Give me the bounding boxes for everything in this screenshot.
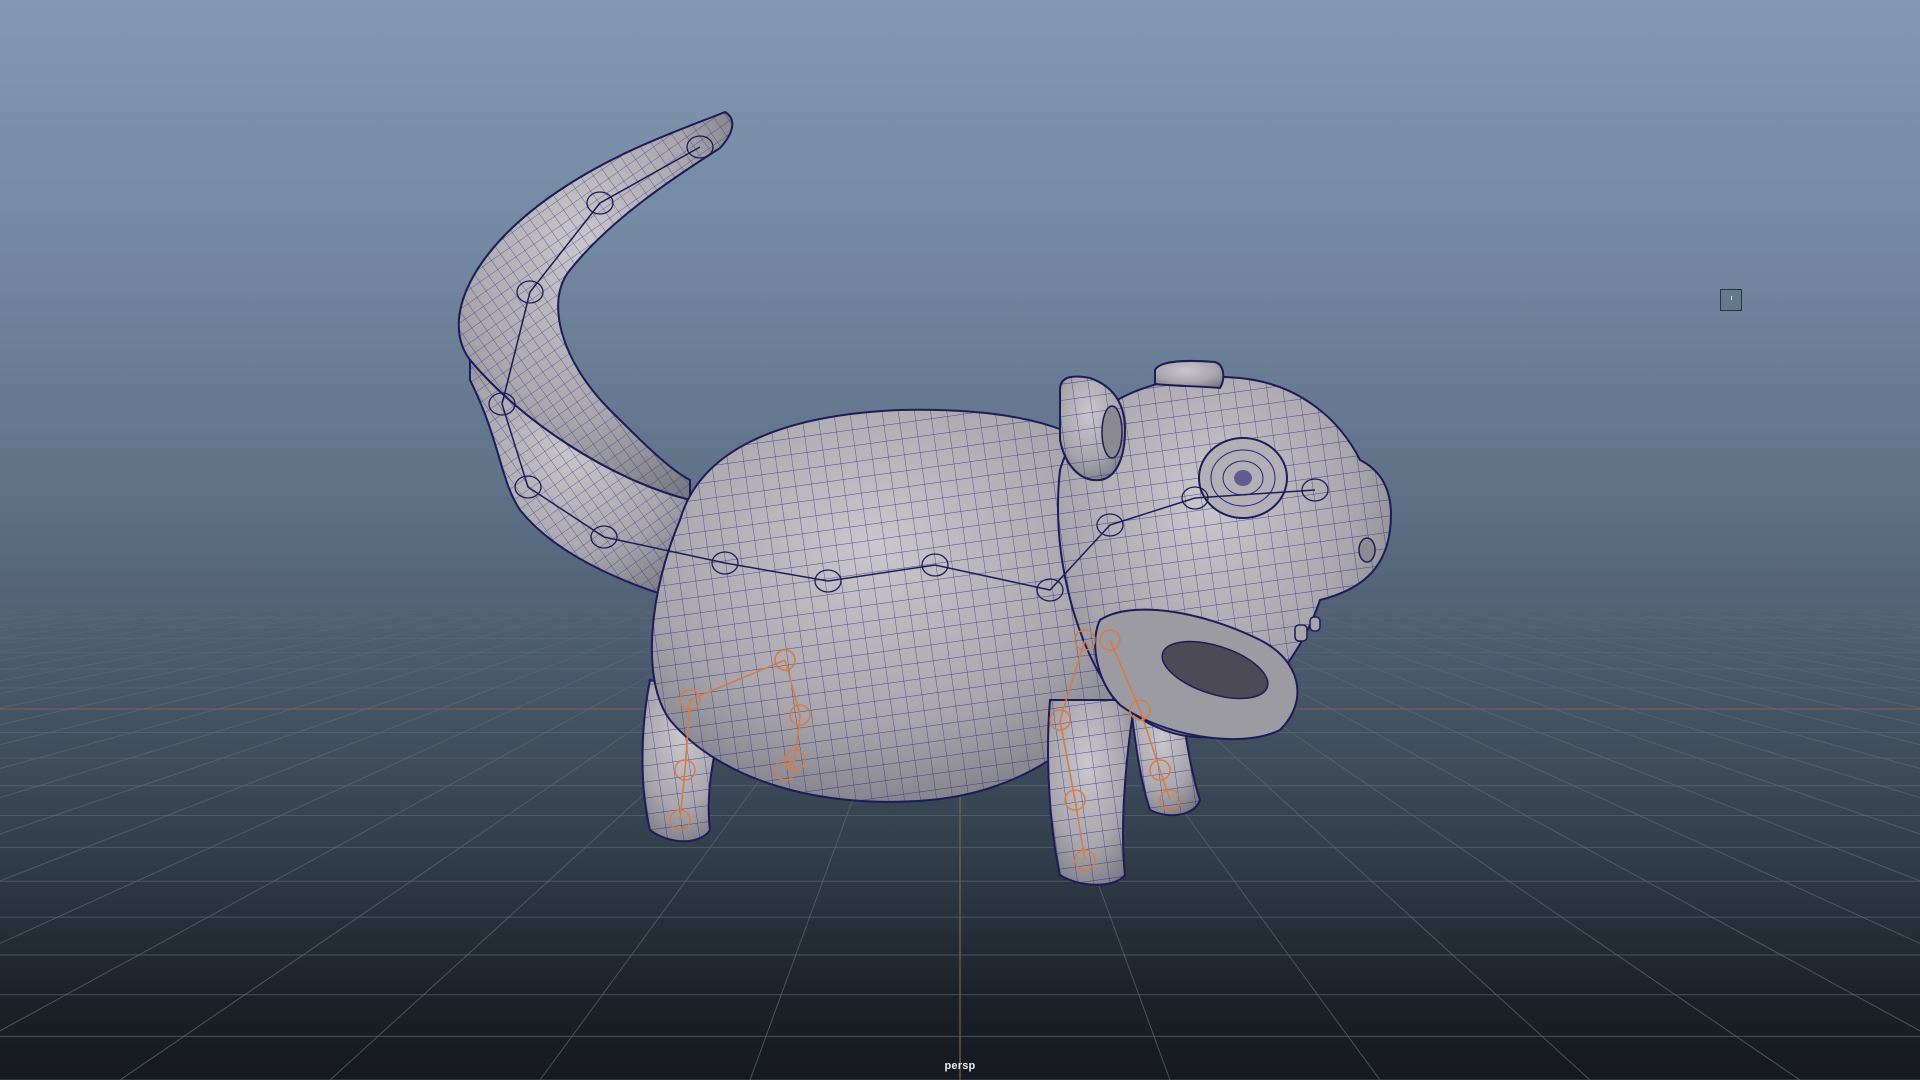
head-mesh: [1057, 359, 1392, 741]
persp-viewport[interactable]: persp: [0, 0, 1920, 1080]
view-manipulator-icon[interactable]: [1720, 289, 1742, 311]
rat-character-mesh[interactable]: [0, 0, 1920, 1080]
ear-right-mesh: [1154, 359, 1225, 390]
camera-name-label: persp: [944, 1060, 976, 1072]
